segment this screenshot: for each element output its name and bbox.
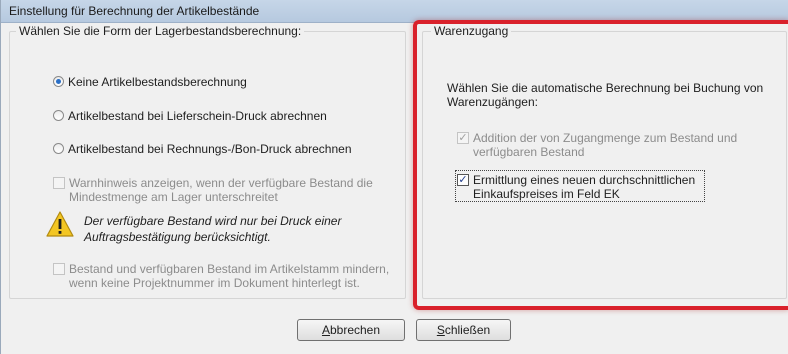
settings-dialog: Einstellung für Berechnung der Artikelbe…	[0, 0, 788, 354]
radio-label: Artikelbestand bei Lieferschein-Druck ab…	[68, 109, 327, 123]
stock-calculation-group: Wählen Sie die Form der Lagerbestandsber…	[9, 24, 406, 299]
radio-no-stock-calculation[interactable]: Keine Artikelbestandsberechnung	[53, 75, 247, 89]
checkbox-box[interactable]	[53, 263, 65, 275]
warning-icon	[46, 211, 74, 237]
highlight-frame	[413, 20, 788, 310]
radio-indicator[interactable]	[53, 76, 64, 87]
reduce-stock-checkbox[interactable]: Bestand und verfügbaren Bestand im Artik…	[53, 262, 401, 290]
radio-delivery-note-print[interactable]: Artikelbestand bei Lieferschein-Druck ab…	[53, 109, 327, 123]
radio-label: Keine Artikelbestandsberechnung	[68, 75, 247, 89]
radio-indicator[interactable]	[53, 143, 64, 154]
radio-invoice-print[interactable]: Artikelbestand bei Rechnungs-/Bon-Druck …	[53, 142, 352, 156]
stock-calculation-legend: Wählen Sie die Form der Lagerbestandsber…	[16, 24, 305, 38]
cancel-label: bbrechen	[329, 323, 381, 337]
radio-label: Artikelbestand bei Rechnungs-/Bon-Druck …	[68, 142, 352, 156]
warn-minimum-stock-checkbox[interactable]: Warnhinweis anzeigen, wenn der verfügbar…	[53, 176, 398, 204]
close-button[interactable]: Schließen	[416, 319, 511, 341]
checkbox-label: Bestand und verfügbaren Bestand im Artik…	[69, 262, 390, 290]
checkbox-box[interactable]	[53, 177, 65, 189]
order-confirmation-note: Der verfügbare Bestand wird nur bei Druc…	[84, 214, 342, 244]
cancel-button[interactable]: Abbrechen	[297, 319, 405, 341]
close-label: chließen	[444, 323, 491, 337]
window-title: Einstellung für Berechnung der Artikelbe…	[9, 4, 260, 18]
close-accelerator: S	[436, 323, 445, 337]
cancel-accelerator: A	[321, 323, 330, 337]
radio-indicator[interactable]	[53, 110, 64, 121]
checkbox-label: Warnhinweis anzeigen, wenn der verfügbar…	[69, 176, 373, 204]
